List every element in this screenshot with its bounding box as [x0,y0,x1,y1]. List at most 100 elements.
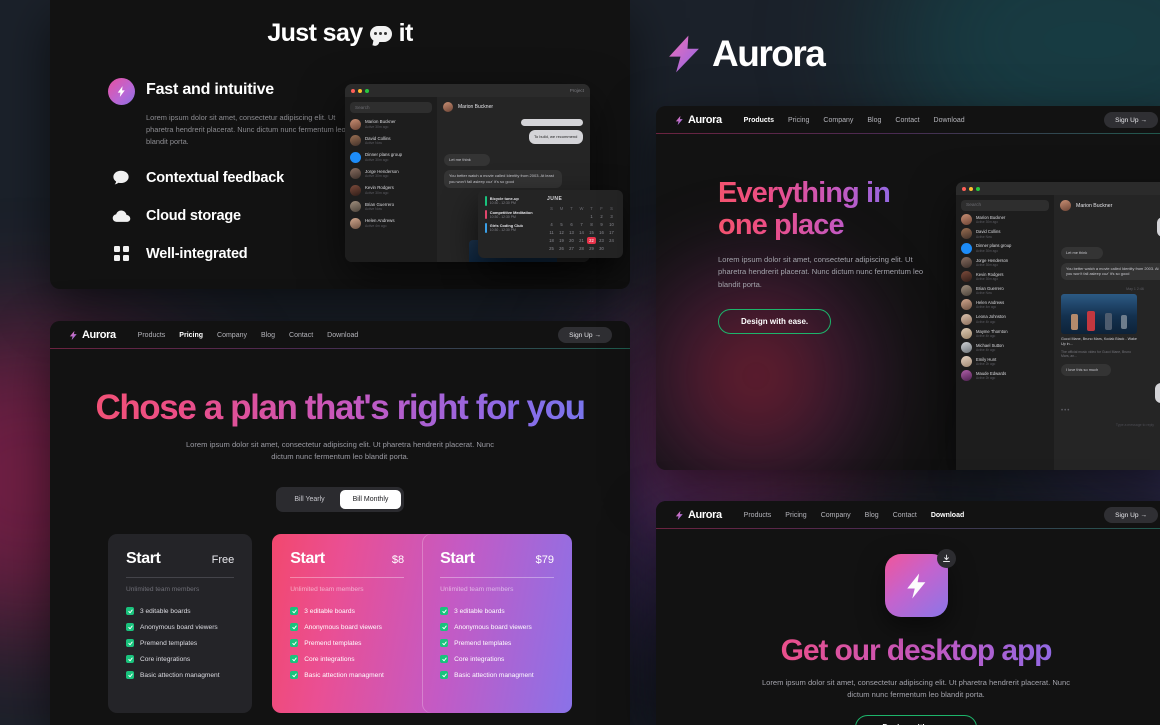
nav-link-company[interactable]: Company [217,332,247,339]
calendar-day[interactable]: 3 [607,213,616,220]
contact-list-item[interactable]: Emily Hunt Active 2h ago [961,356,1049,368]
contact-list-item[interactable]: David Collins Active Now [961,228,1049,240]
nav-link-pricing[interactable]: Pricing [179,332,203,339]
window-controls[interactable] [351,88,369,93]
calendar-day[interactable]: 13 [567,229,576,236]
nav-link-blog[interactable]: Blog [865,512,879,519]
bill-yearly-button[interactable]: Bill Yearly [279,490,340,509]
calendar-day[interactable]: 18 [547,237,556,244]
feature-item-contextual-feedback[interactable]: Contextual feedback [108,170,358,186]
calendar-day[interactable]: 30 [597,245,606,252]
nav-link-contact[interactable]: Contact [895,117,919,124]
billing-toggle[interactable]: Bill Yearly Bill Monthly [276,487,404,513]
nav-link-company[interactable]: Company [823,117,853,124]
calendar-day[interactable]: 7 [577,221,586,228]
calendar-event[interactable]: Girls Coding Club 10:30 - 12:30 PM [485,223,539,233]
pricing-card-free[interactable]: Start Free Unlimited team members 3 edit… [108,534,253,714]
brand-logo[interactable]: Aurora [68,329,116,341]
signup-button[interactable]: Sign Up → [1104,507,1158,523]
calendar-day[interactable]: 8 [587,221,596,228]
pricing-card-8[interactable]: Start $8 Unlimited team members 3 editab… [272,534,422,713]
desktop-download-button[interactable]: Design with ease. [855,715,977,725]
calendar-day[interactable]: 19 [557,237,566,244]
nav-link-products[interactable]: Products [744,512,772,519]
contact-list-item[interactable]: Helen Andrews Active 4m ago [350,217,432,229]
contact-list-item[interactable]: Jorge Henderson Active 30m ago [350,168,432,179]
calendar-event[interactable]: Competitive Meditation 10:30 - 12:30 PM [485,209,539,219]
pricing-card-79[interactable]: Start $79 Unlimited team members 3 edita… [422,534,572,713]
calendar-day[interactable]: 21 [577,237,586,244]
app-lightning-icon[interactable] [884,549,956,617]
search-input[interactable]: Search [350,102,432,113]
contact-list-item[interactable]: David Collins Active Now [350,135,432,146]
design-with-ease-button[interactable]: Design with ease. [718,309,832,335]
contact-list-item[interactable]: Dinner plans group Active 30m ago [961,242,1049,254]
brand-logo[interactable]: Aurora [674,509,722,521]
feature-item-cloud-storage[interactable]: Cloud storage [108,208,358,224]
nav-link-download[interactable]: Download [934,117,965,124]
nav-link-blog[interactable]: Blog [867,117,881,124]
chat-bubble-incoming: You better watch a movie called Identity… [444,170,562,188]
contact-list-item[interactable]: Michael Sutton Active 4h ago [961,341,1049,353]
nav-link-contact[interactable]: Contact [289,332,313,339]
calendar-day[interactable]: 22 [587,237,596,244]
calendar-day[interactable]: 12 [557,229,566,236]
contact-list-item[interactable]: Leona Johnston Active 4h ago [961,313,1049,325]
nav-link-company[interactable]: Company [821,512,851,519]
calendar-day[interactable]: 20 [567,237,576,244]
nav-link-blog[interactable]: Blog [261,332,275,339]
contact-list-item[interactable]: Marion Buckner Active 30m ago [350,118,432,130]
calendar-day[interactable]: 25 [547,245,556,252]
calendar-day[interactable]: 26 [557,245,566,252]
plan-feature-item: 3 editable boards [440,607,554,616]
calendar-day[interactable]: 17 [607,229,616,236]
contact-list-item[interactable]: Maude Edwards Active 2h ago [961,370,1049,382]
contact-list-item[interactable]: Helen Andrews Active 4m ago [961,299,1049,311]
calendar-day[interactable]: 27 [567,245,576,252]
plan-feature-item: 3 editable boards [126,607,234,616]
contact-list-item[interactable]: Dinner plans group Active 30m ago [350,151,432,163]
search-input[interactable]: Search [961,200,1049,211]
calendar-day[interactable]: 5 [557,221,566,228]
contact-list-item[interactable]: Kevin Rodgers Active 30m ago [350,184,432,196]
calendar-day[interactable]: 24 [607,237,616,244]
contact-list-item[interactable]: Mayme Thornton Active 4h ago [961,327,1049,339]
calendar-day[interactable]: 2 [597,213,606,220]
signup-button[interactable]: Sign Up → [1104,112,1158,128]
calendar-day[interactable]: 11 [547,229,556,236]
calendar-day[interactable]: 1 [587,213,596,220]
window-controls[interactable] [962,186,980,191]
bill-monthly-button[interactable]: Bill Monthly [340,490,401,510]
calendar-day[interactable]: 10 [607,221,616,228]
signup-button[interactable]: Sign Up → [558,327,612,343]
nav-link-products[interactable]: Products [744,117,774,124]
calendar-day[interactable]: 9 [597,221,606,228]
calendar-day[interactable]: 6 [567,221,576,228]
calendar-day[interactable]: 23 [597,237,606,244]
calendar-day[interactable]: 4 [547,221,556,228]
calendar-event[interactable]: Bicycle tune-up 10:30 - 12:30 PM [485,196,539,206]
event-time: 10:30 - 12:30 PM [489,201,516,206]
nav-link-download[interactable]: Download [327,332,358,339]
nav-link-pricing[interactable]: Pricing [785,512,806,519]
nav-link-products[interactable]: Products [138,332,166,339]
calendar-day[interactable]: 16 [597,229,606,236]
calendar-day[interactable]: 29 [587,245,596,252]
calendar-weekday: F [600,206,603,211]
media-thumbnail[interactable] [1061,294,1137,335]
nav-link-download[interactable]: Download [931,512,964,519]
nav-link-pricing[interactable]: Pricing [788,117,809,124]
contact-list-item[interactable]: Marion Buckner Active 30m ago [961,214,1049,226]
nav-link-contact[interactable]: Contact [893,512,917,519]
calendar-day[interactable]: 14 [577,229,586,236]
feature-item-well-integrated[interactable]: Well-integrated [108,246,358,262]
contact-list-item[interactable]: Brian Guerrero Active Now [961,285,1049,297]
contact-list-item[interactable]: Jorge Henderson Active 30m ago [961,256,1049,268]
contact-list-item[interactable]: Brian Guerrero Active Now [350,201,432,212]
composer-hint[interactable]: Type a message to reply [1061,423,1160,427]
brand-logo[interactable]: Aurora [674,114,722,126]
download-arrow-icon[interactable] [936,549,956,568]
contact-list-item[interactable]: Kevin Rodgers Active 30m ago [961,270,1049,282]
calendar-day[interactable]: 15 [587,229,596,236]
calendar-day[interactable]: 28 [577,245,586,252]
